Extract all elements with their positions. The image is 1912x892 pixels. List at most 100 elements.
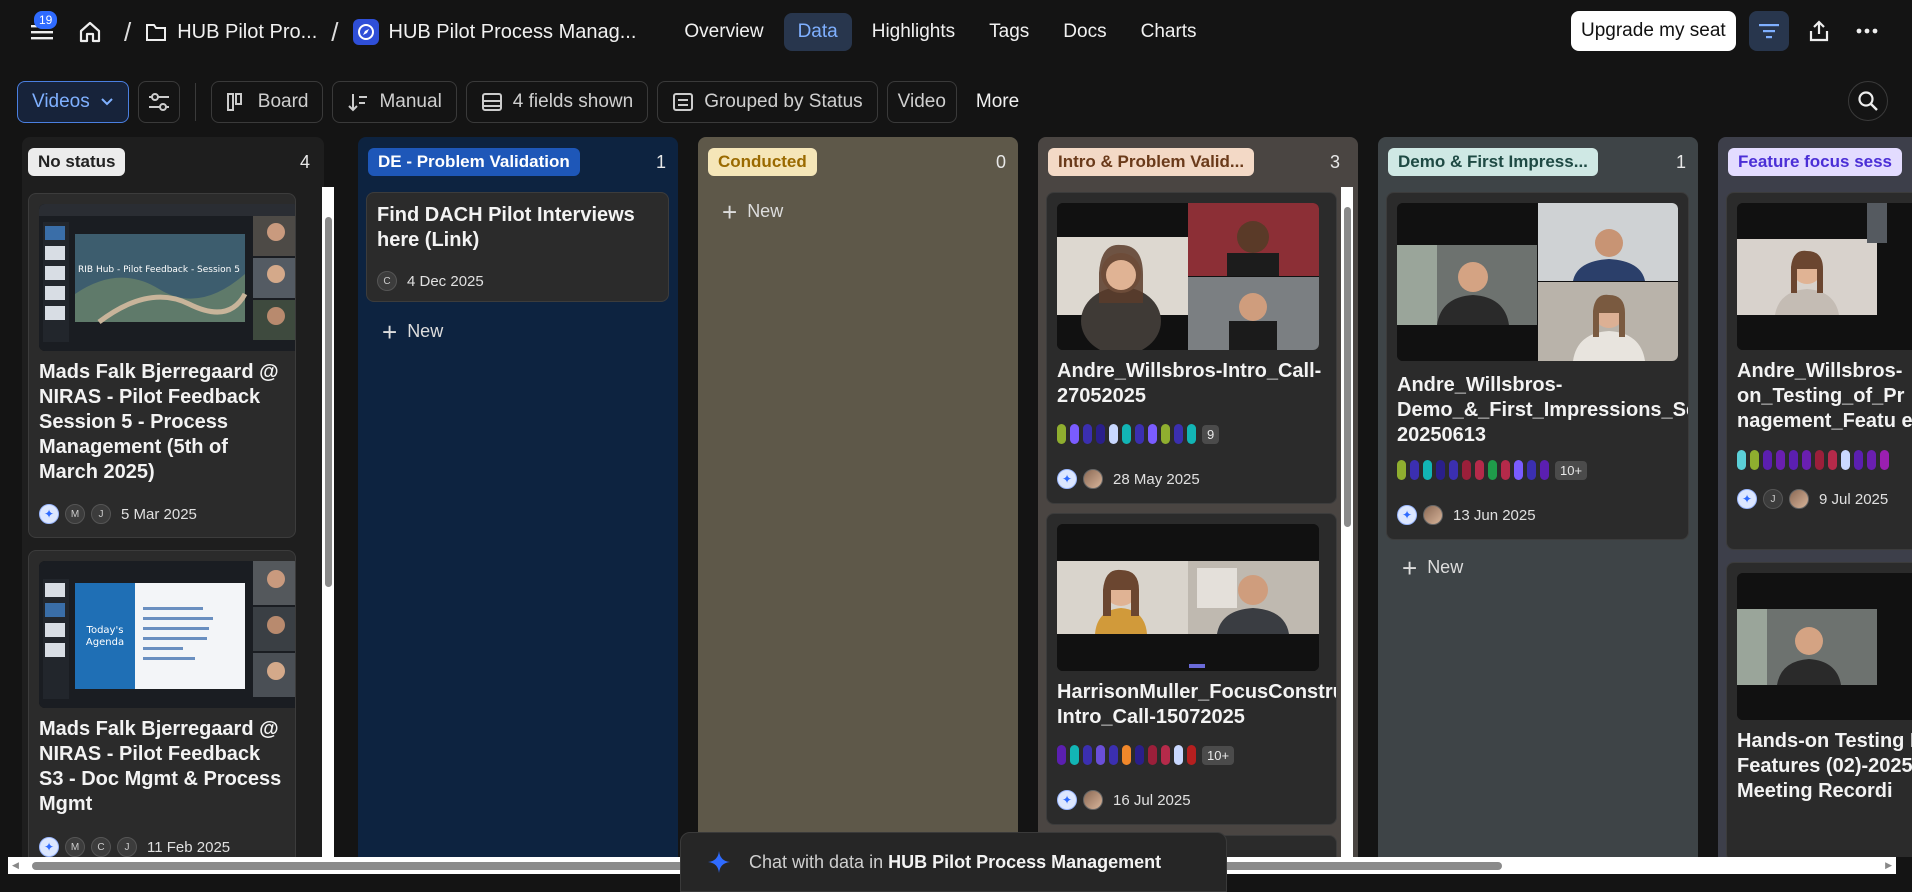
- card-date: 16 Jul 2025: [1113, 791, 1191, 809]
- ai-sparkle-icon: ✦: [1397, 505, 1417, 525]
- video-card[interactable]: Find DACH Pilot Interviews here (Link) C…: [366, 192, 669, 302]
- tag-chip: [1867, 450, 1876, 470]
- ai-sparkle-icon: ✦: [1737, 489, 1757, 509]
- view-select-label: Videos: [32, 91, 90, 112]
- avatar: J: [117, 837, 137, 857]
- avatar: C: [377, 271, 397, 291]
- scrollbar-thumb[interactable]: [1344, 207, 1351, 527]
- avatar: [1083, 469, 1103, 489]
- tag-overflow-count[interactable]: 10+: [1555, 460, 1588, 480]
- home-button[interactable]: [70, 12, 110, 52]
- tag-chip: [1880, 450, 1889, 470]
- svg-text:Agenda: Agenda: [86, 637, 124, 648]
- chat-with-data-bar[interactable]: Chat with data in HUB Pilot Process Mana…: [680, 832, 1227, 892]
- avatar: M: [65, 504, 85, 524]
- card-date: 11 Feb 2025: [147, 838, 231, 856]
- fields-icon: [481, 93, 502, 111]
- column-label[interactable]: Conducted: [708, 148, 817, 176]
- video-card[interactable]: Andre_Willsbros-Demo_&_First_Impressions…: [1386, 192, 1689, 540]
- column-count: 3: [1329, 151, 1340, 172]
- new-card-label: New: [407, 321, 444, 341]
- tag-chip: [1763, 450, 1772, 470]
- video-card[interactable]: HarrisonMuller_FocusConstruct-Intro_Call…: [1046, 513, 1337, 825]
- board-layout-button[interactable]: Board: [210, 81, 324, 123]
- column-count: 4: [299, 151, 310, 172]
- share-button[interactable]: [1799, 11, 1839, 51]
- tab-charts[interactable]: Charts: [1127, 13, 1211, 51]
- new-card-label: New: [1427, 557, 1464, 577]
- tag-overflow-count[interactable]: 10+: [1202, 745, 1235, 765]
- new-card-button[interactable]: + New: [382, 316, 444, 347]
- ellipsis-icon: [1856, 28, 1878, 34]
- tag-chip: [1109, 424, 1118, 444]
- card-media-button[interactable]: Video: [886, 81, 957, 123]
- view-settings-button[interactable]: [137, 81, 180, 123]
- avatar: J: [1763, 489, 1783, 509]
- board-icon: [226, 93, 242, 111]
- group-by-button[interactable]: Grouped by Status: [657, 81, 878, 123]
- plus-icon: +: [382, 316, 398, 347]
- card-title: HarrisonMuller_FocusConstruct-Intro_Call…: [1057, 681, 1336, 728]
- tab-highlights[interactable]: Highlights: [858, 13, 969, 51]
- home-icon: [79, 21, 101, 43]
- video-card[interactable]: Today's Agenda Mads Falk Bjerregaard @ N…: [28, 550, 296, 857]
- column-label[interactable]: Demo & First Impress...: [1388, 148, 1598, 176]
- tab-overview[interactable]: Overview: [670, 13, 777, 51]
- video-card[interactable]: Andre_Willsbros-Intro_Call-27052025 9 ✦ …: [1046, 192, 1337, 504]
- column-label[interactable]: No status: [28, 148, 126, 176]
- tag-chip: [1750, 450, 1759, 470]
- tab-data[interactable]: Data: [783, 13, 852, 51]
- breadcrumb-page[interactable]: HUB Pilot Process Manag...: [352, 12, 636, 52]
- avatar: [1083, 790, 1103, 810]
- tag-chip: [1109, 745, 1118, 765]
- board-layout-label: Board: [257, 91, 309, 112]
- card-meta: ✦ M J 5 Mar 2025: [39, 504, 197, 524]
- column-count: 1: [1675, 151, 1686, 172]
- new-card-button[interactable]: + New: [722, 199, 783, 225]
- more-options-button[interactable]: [1847, 11, 1887, 51]
- search-button[interactable]: [1848, 81, 1888, 121]
- card-date: 4 Dec 2025: [407, 272, 484, 290]
- scrollbar-thumb[interactable]: [325, 217, 332, 587]
- column-label[interactable]: Intro & Problem Valid...: [1048, 148, 1255, 176]
- view-select[interactable]: Videos: [17, 81, 129, 123]
- filter-button[interactable]: [1749, 11, 1789, 51]
- tag-chip: [1449, 460, 1458, 480]
- column-label[interactable]: DE - Problem Validation: [368, 148, 580, 176]
- menu-button[interactable]: 19: [22, 11, 62, 52]
- video-thumbnail: [1737, 573, 1912, 720]
- tag-chip: [1174, 424, 1183, 444]
- scroll-right-arrow-icon[interactable]: ▶: [1885, 860, 1892, 871]
- svg-text:RIB Hub - Pilot Feedback - Ses: RIB Hub - Pilot Feedback - Session 5: [78, 265, 240, 275]
- fields-button[interactable]: 4 fields shown: [465, 81, 649, 123]
- new-card-button[interactable]: + New: [1402, 555, 1464, 581]
- kanban-board: No status 4 RIB Hub - Pilot Feedback - S…: [0, 137, 1912, 857]
- sort-button[interactable]: Manual: [332, 81, 457, 123]
- tag-list: 10+: [1057, 745, 1235, 765]
- nav-tabs: Overview Data Highlights Tags Docs Chart…: [670, 13, 1210, 51]
- tag-chip: [1423, 460, 1432, 480]
- more-toolbar-button[interactable]: More: [966, 91, 1029, 113]
- tag-chip: [1475, 460, 1484, 480]
- ai-sparkle-icon: ✦: [1057, 790, 1077, 810]
- column-label[interactable]: Feature focus sess: [1728, 148, 1903, 176]
- breadcrumb-folder[interactable]: HUB Pilot Pro...: [145, 12, 317, 52]
- video-card[interactable]: Hands-on Testing Process Manage Features…: [1726, 562, 1912, 857]
- chat-target: HUB Pilot Process Management: [888, 851, 1162, 872]
- tab-tags[interactable]: Tags: [975, 13, 1043, 51]
- video-card[interactable]: RIB Hub - Pilot Feedback - Session 5 Mad…: [28, 193, 296, 538]
- upgrade-seat-button[interactable]: Upgrade my seat: [1571, 11, 1736, 51]
- group-by-label: Grouped by Status: [704, 91, 863, 112]
- tag-chip: [1083, 424, 1092, 444]
- tag-overflow-count[interactable]: 9: [1202, 424, 1220, 444]
- tab-docs[interactable]: Docs: [1049, 13, 1120, 51]
- video-thumbnail: RIB Hub - Pilot Feedback - Session 5: [39, 204, 295, 351]
- breadcrumb-separator: /: [124, 16, 132, 47]
- tag-chip: [1122, 745, 1131, 765]
- video-card[interactable]: Andre_Willsbros-on_Testing_of_Pr nagemen…: [1726, 192, 1912, 550]
- scroll-left-arrow-icon[interactable]: ◀: [12, 860, 19, 871]
- column-no-status: No status 4 RIB Hub - Pilot Feedback - S…: [22, 137, 324, 857]
- column-scrollbar[interactable]: [1341, 187, 1353, 857]
- column-scrollbar[interactable]: [322, 187, 334, 857]
- card-title: Mads Falk Bjerregaard @ NIRAS - Pilot Fe…: [39, 718, 282, 815]
